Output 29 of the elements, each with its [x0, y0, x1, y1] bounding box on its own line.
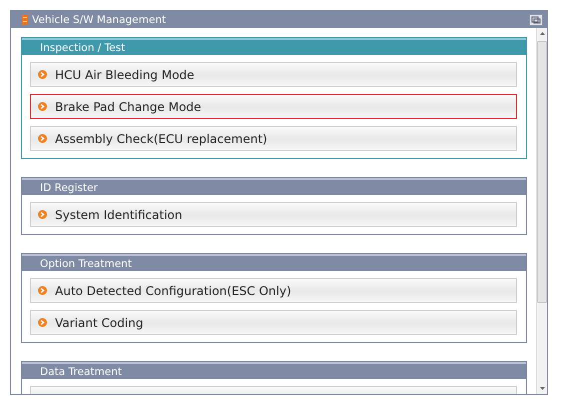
menu-item[interactable]: System Identification: [30, 202, 517, 227]
item-label: Auto Detected Configuration(ESC Only): [55, 284, 292, 298]
arrow-bullet-icon: [38, 134, 47, 143]
item-label: System Identification: [55, 208, 182, 222]
arrow-bullet-icon: [38, 210, 47, 219]
app-icon: [22, 14, 28, 24]
arrow-bullet-icon: [38, 318, 47, 327]
scroll-up-icon[interactable]: [540, 32, 544, 35]
menu-item[interactable]: Brake Pad Change Mode: [30, 94, 517, 119]
scroll-thumb[interactable]: [537, 41, 547, 303]
scroll-down-icon[interactable]: [540, 387, 544, 390]
menu-item[interactable]: Assembly Check(ECU replacement): [30, 126, 517, 151]
menu-item[interactable]: Variant Coding: [30, 310, 517, 335]
arrow-bullet-icon: [38, 286, 47, 295]
section-header: Option Treatment: [22, 254, 526, 271]
arrow-bullet-icon: [38, 102, 47, 111]
item-label: Brake Pad Change Mode: [55, 100, 202, 114]
restore-icon[interactable]: [529, 14, 543, 26]
item-label: HCU Air Bleeding Mode: [55, 68, 194, 82]
menu-item[interactable]: HCU Air Bleeding Mode: [30, 62, 517, 87]
menu-item[interactable]: Auto Detected Configuration(ESC Only): [30, 278, 517, 303]
scrollbar[interactable]: [536, 28, 547, 394]
item-label: Variant Coding: [55, 316, 144, 330]
section-header: ID Register: [22, 178, 526, 195]
section-header: Data Treatment: [22, 362, 526, 379]
item-label: Assembly Check(ECU replacement): [55, 132, 268, 146]
section-header: Inspection / Test: [22, 38, 526, 55]
arrow-bullet-icon: [38, 70, 47, 79]
window-title: Vehicle S/W Management: [32, 14, 166, 26]
